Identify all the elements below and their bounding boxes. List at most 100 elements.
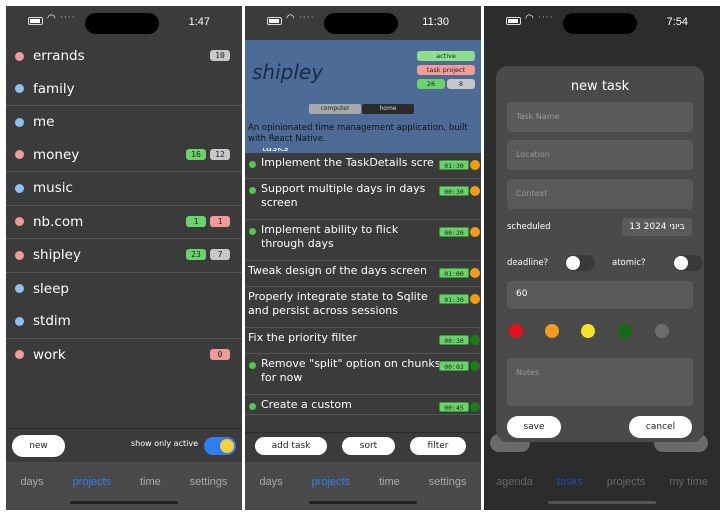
duration-badge: 01:30: [439, 160, 469, 170]
task-title: Support multiple days in days screen: [261, 182, 426, 209]
tab-time[interactable]: time: [379, 476, 400, 510]
project-color-dot: [15, 284, 24, 294]
project-row[interactable]: shipley 23 7: [6, 239, 242, 272]
project-row[interactable]: errands 10: [6, 40, 242, 73]
priority-color-option[interactable]: [545, 324, 559, 338]
count-badge: 23: [186, 249, 206, 260]
task-active-dot: [249, 228, 256, 235]
priority-color-option[interactable]: [655, 324, 669, 338]
task-row[interactable]: Remove "split" option on chunks for now 0…: [245, 354, 481, 395]
project-badges: 16 12: [186, 148, 230, 160]
task-actions-bar: add task sort filter: [245, 432, 481, 462]
projects-screen: ◠ ···· 1:47 errands 10 family me money 16 12 mu…: [6, 6, 242, 510]
project-color-dot: [15, 117, 24, 127]
project-color-dot: [15, 51, 24, 61]
status-bar: ◠ ···· 1:47: [6, 6, 242, 40]
show-only-active-toggle[interactable]: [204, 437, 236, 455]
count-badge: 1: [210, 215, 230, 227]
task-title: Remove "split" option on chunks for now: [261, 357, 441, 384]
duration-badge: 00:02: [439, 361, 469, 371]
priority-dot: [470, 335, 480, 345]
count-badge: 0: [210, 348, 230, 360]
task-row[interactable]: Properly integrate state to Sqlite and p…: [245, 287, 481, 328]
project-row[interactable]: nb.com 1 1: [6, 206, 242, 239]
task-row[interactable]: Tweak design of the days screen 01:00: [245, 261, 481, 287]
project-header: shipley active task project 26 8 compute…: [245, 40, 481, 153]
deadline-switch[interactable]: [565, 255, 595, 271]
tab-days[interactable]: days: [20, 476, 43, 510]
priority-color-option[interactable]: [618, 324, 632, 338]
tab-my-time[interactable]: my time: [669, 476, 708, 510]
count-badge: 7: [210, 249, 230, 260]
project-badges: 10: [210, 50, 230, 61]
task-row[interactable]: Create a custom 00:45: [245, 395, 481, 415]
dynamic-island: [85, 13, 159, 34]
sort-button[interactable]: sort: [342, 437, 395, 455]
task-title: Properly integrate state to Sqlite and p…: [248, 290, 428, 317]
notes-field[interactable]: Notes: [507, 358, 693, 406]
active-chip[interactable]: active: [417, 51, 475, 61]
count-badge: 16: [186, 148, 206, 160]
inactive-count-badge: 8: [447, 79, 475, 89]
task-name-field[interactable]: Task Name: [507, 102, 693, 132]
atomic-switch[interactable]: [673, 255, 703, 271]
switch-knob: [674, 256, 688, 270]
switch-knob: [566, 256, 580, 270]
task-list: Implement the TaskDetails scre 01:30 Suppo…: [245, 153, 481, 415]
tab-days[interactable]: days: [259, 476, 282, 510]
task-active-dot: [249, 403, 256, 410]
task-active-dot: [249, 161, 256, 168]
deadline-label: deadline?: [507, 258, 549, 268]
tab-tasks[interactable]: tasks: [557, 476, 583, 510]
project-row[interactable]: stdim: [6, 305, 242, 338]
tab-projects[interactable]: projects: [312, 476, 351, 510]
project-name: music: [33, 180, 73, 197]
tab-projects[interactable]: projects: [607, 476, 646, 510]
task-title: Implement the TaskDetails scre: [261, 156, 434, 169]
project-title: shipley: [252, 60, 324, 84]
home-indicator: [70, 501, 178, 504]
project-row[interactable]: me: [6, 106, 242, 139]
tab-agenda[interactable]: agenda: [496, 476, 533, 510]
task-row[interactable]: Implement the TaskDetails scre 01:30: [245, 153, 481, 179]
task-row[interactable]: Implement ability to flick through days 0…: [245, 220, 481, 261]
project-list: errands 10 family me money 16 12 music nb.com 1 1 s…: [6, 40, 242, 371]
new-project-button[interactable]: new: [12, 435, 65, 457]
project-row[interactable]: money 16 12: [6, 139, 242, 172]
priority-color-option[interactable]: [581, 324, 595, 338]
project-row[interactable]: sleep: [6, 273, 242, 306]
duration-badge: 01:30: [439, 294, 469, 304]
scheduled-date-picker[interactable]: 13 ביוני 2024: [622, 218, 692, 236]
filter-button[interactable]: filter: [410, 437, 466, 455]
task-row[interactable]: Support multiple days in days screen 00:3…: [245, 179, 481, 220]
list-footer: new show only active: [6, 428, 242, 462]
project-color-dot: [15, 150, 24, 160]
context-field[interactable]: Context: [507, 179, 693, 209]
add-task-button[interactable]: add task: [255, 437, 327, 455]
project-row[interactable]: work 0: [6, 339, 242, 372]
tab-settings[interactable]: settings: [190, 476, 228, 510]
task-row[interactable]: Fix the priority filter 00:30: [245, 328, 481, 354]
count-badge: 10: [210, 50, 230, 61]
wifi-icon: ◠: [286, 13, 295, 24]
save-button[interactable]: save: [507, 416, 561, 438]
modal-title: new task: [570, 79, 630, 94]
project-name: sleep: [33, 280, 69, 297]
tab-settings[interactable]: settings: [429, 476, 467, 510]
task-project-chip[interactable]: task project: [417, 65, 475, 75]
project-row[interactable]: family: [6, 73, 242, 106]
tab-time[interactable]: time: [140, 476, 161, 510]
context-home-button[interactable]: home: [362, 104, 414, 114]
signal-icon: ····: [60, 13, 76, 23]
task-active-dot: [249, 187, 256, 194]
project-row[interactable]: music: [6, 172, 242, 205]
context-computer-button[interactable]: computer: [309, 104, 361, 114]
duration-field[interactable]: 60: [507, 281, 693, 309]
location-field[interactable]: Location: [507, 140, 693, 170]
priority-color-option[interactable]: [509, 324, 523, 338]
cancel-button[interactable]: cancel: [629, 416, 692, 438]
project-badges: 23 7: [186, 249, 230, 260]
priority-dot: [470, 402, 480, 412]
tab-projects[interactable]: projects: [73, 476, 112, 510]
project-detail-screen: ◠ ···· 11:30 shipley active task project…: [245, 6, 481, 510]
